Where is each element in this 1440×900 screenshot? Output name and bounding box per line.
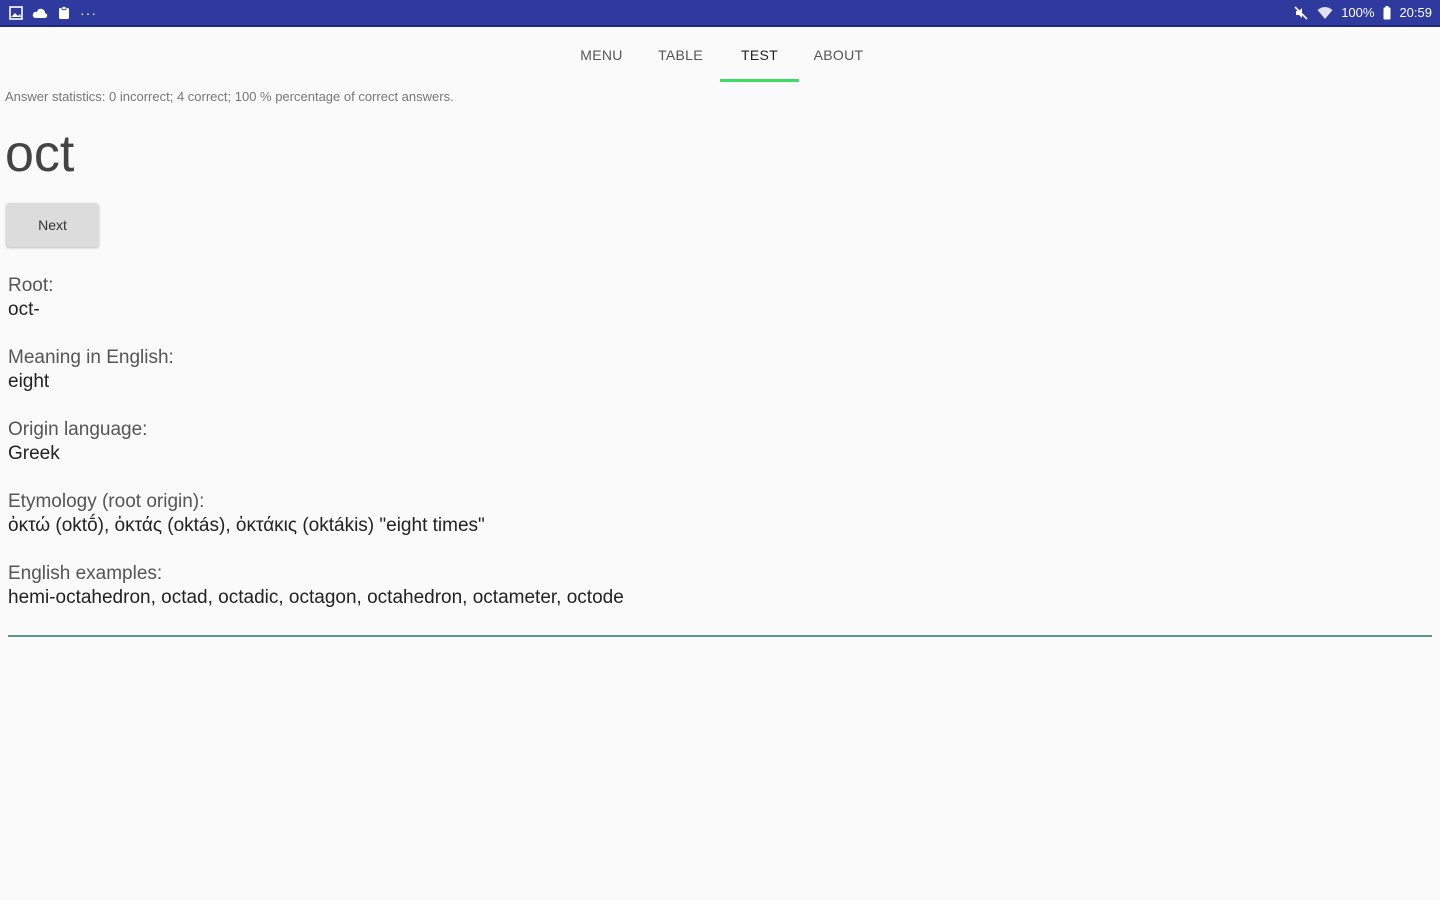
cloud-icon [32, 5, 48, 21]
origin-value: Greek [8, 443, 60, 464]
mute-icon [1293, 5, 1309, 21]
more-dots-icon: ··· [80, 4, 97, 21]
tab-test[interactable]: TEST [720, 36, 799, 82]
meaning-label: Meaning in English: [8, 347, 174, 368]
examples-value: hemi-octahedron, octad, octadic, octagon… [8, 587, 624, 608]
divider [8, 635, 1432, 637]
tab-bar: MENU TABLE TEST ABOUT [0, 36, 1440, 84]
etymology-value: ὀκτώ (oktṓ), ὀκτάς (oktás), ὀκτάκις (okt… [8, 515, 485, 536]
tab-table[interactable]: TABLE [641, 36, 720, 82]
root-label: Root: [8, 275, 54, 296]
origin-section: Origin language: Greek [8, 418, 624, 466]
next-button[interactable]: Next [6, 203, 99, 247]
root-value: oct- [8, 299, 40, 320]
root-section: Root: oct- [8, 274, 624, 322]
root-details: Root: oct- Meaning in English: eight Ori… [8, 274, 624, 634]
meaning-section: Meaning in English: eight [8, 346, 624, 394]
examples-section: English examples: hemi-octahedron, octad… [8, 562, 624, 610]
clipboard-icon [56, 5, 72, 21]
wifi-icon [1317, 5, 1333, 21]
battery-percent: 100% [1341, 5, 1375, 20]
meaning-value: eight [8, 371, 50, 392]
origin-label: Origin language: [8, 419, 148, 440]
etymology-label: Etymology (root origin): [8, 491, 205, 512]
tab-menu[interactable]: MENU [562, 36, 641, 82]
tab-about[interactable]: ABOUT [799, 36, 878, 82]
etymology-section: Etymology (root origin): ὀκτώ (oktṓ), ὀκ… [8, 490, 624, 538]
status-bar: ··· 100% 20:59 [0, 0, 1440, 27]
clock: 20:59 [1399, 5, 1432, 20]
gallery-icon [8, 5, 24, 21]
status-right: 100% 20:59 [1293, 5, 1432, 21]
battery-icon [1382, 5, 1391, 21]
examples-label: English examples: [8, 563, 163, 584]
status-left: ··· [8, 5, 97, 21]
answer-statistics: Answer statistics: 0 incorrect; 4 correc… [5, 89, 454, 104]
test-word: oct [5, 125, 75, 183]
